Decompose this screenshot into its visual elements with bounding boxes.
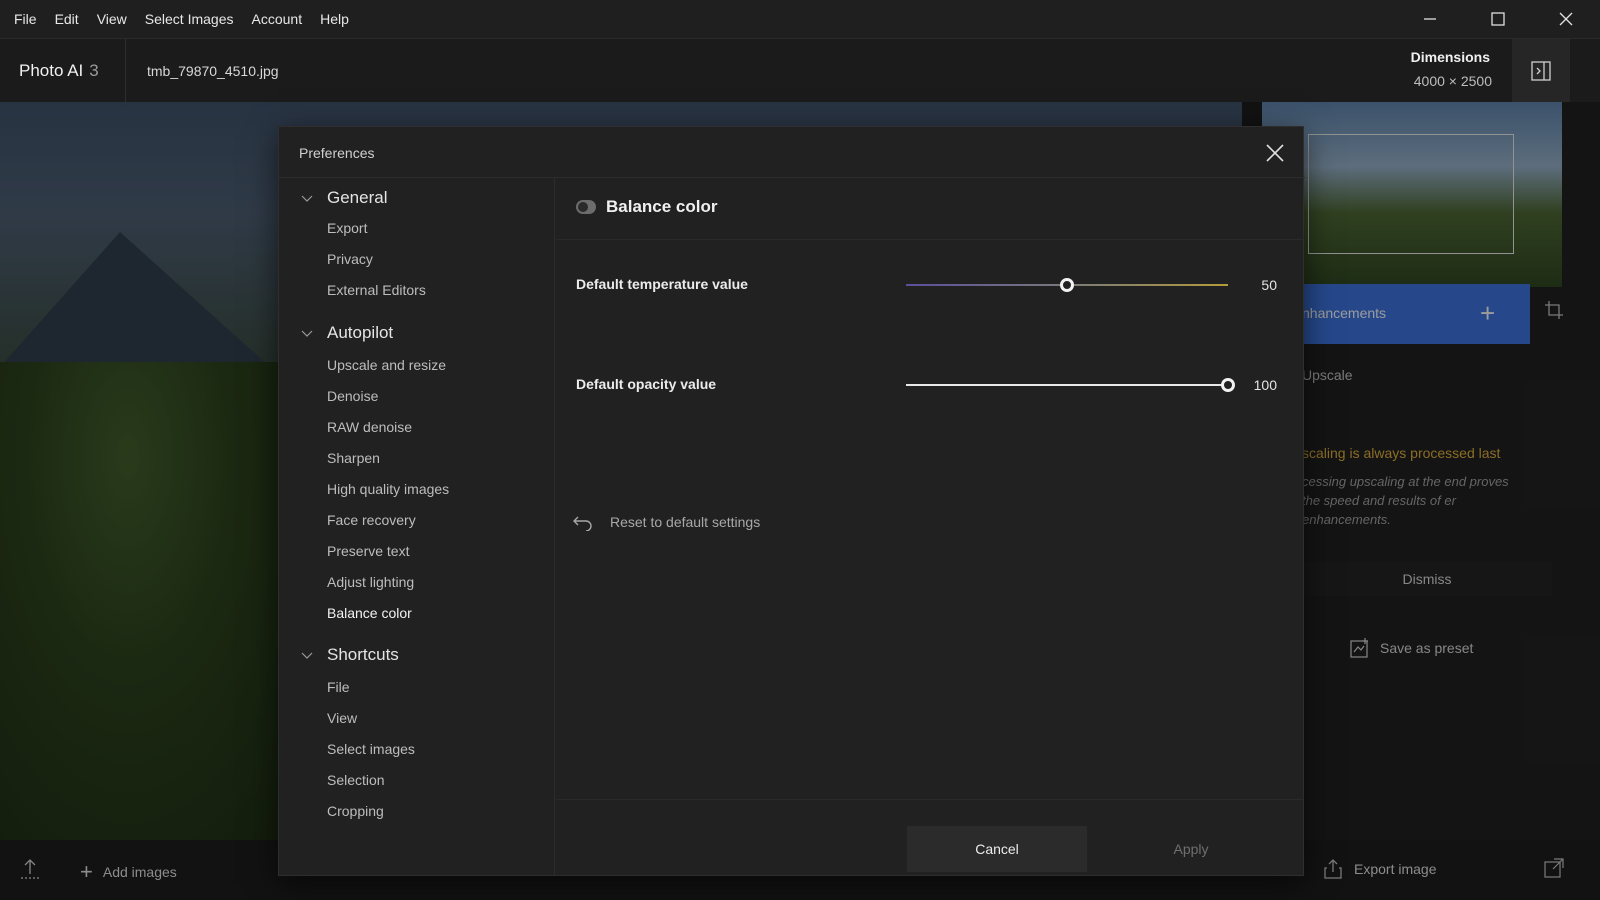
chevron-down-icon xyxy=(301,188,315,208)
close-icon[interactable] xyxy=(1532,0,1600,38)
nav-item-face-recovery[interactable]: Face recovery xyxy=(327,512,416,528)
menu-view[interactable]: View xyxy=(97,11,127,27)
chevron-down-icon xyxy=(301,323,315,343)
nav-item-privacy[interactable]: Privacy xyxy=(327,251,373,267)
undo-icon xyxy=(573,516,592,531)
dimensions-value: 4000 × 2500 xyxy=(1413,73,1492,89)
menubar: File Edit View Select Images Account Hel… xyxy=(0,0,1600,38)
window-controls xyxy=(1396,0,1600,38)
nav-item-upscale-resize[interactable]: Upscale and resize xyxy=(327,357,446,373)
nav-section-label: General xyxy=(327,188,388,207)
dimensions-label: Dimensions xyxy=(1410,49,1490,65)
opacity-label: Default opacity value xyxy=(576,376,717,392)
opacity-slider[interactable] xyxy=(906,375,1235,395)
nav-section-autopilot[interactable]: Autopilot xyxy=(301,323,393,343)
nav-item-high-quality-images[interactable]: High quality images xyxy=(327,481,449,497)
reset-defaults-button[interactable]: Reset to default settings xyxy=(572,513,760,531)
menu-select-images[interactable]: Select Images xyxy=(145,11,234,27)
nav-section-general[interactable]: General xyxy=(301,188,387,208)
dialog-title: Preferences xyxy=(299,145,375,161)
preferences-nav: General Export Privacy External Editors … xyxy=(279,178,555,875)
nav-item-export[interactable]: Export xyxy=(327,220,367,236)
preferences-dialog: Preferences General Export Privacy Exter… xyxy=(278,126,1305,876)
nav-item-denoise[interactable]: Denoise xyxy=(327,388,378,404)
temperature-slider[interactable] xyxy=(906,275,1228,295)
opacity-slider-thumb[interactable] xyxy=(1221,378,1235,392)
content-title: Balance color xyxy=(606,197,718,216)
app-header: Photo AI 3 tmb_79870_4510.jpg Dimensions … xyxy=(0,38,1600,103)
nav-item-adjust-lighting[interactable]: Adjust lighting xyxy=(327,574,414,590)
chevron-down-icon xyxy=(301,645,315,665)
temperature-slider-thumb[interactable] xyxy=(1060,278,1074,292)
nav-item-balance-color[interactable]: Balance color xyxy=(327,605,412,621)
nav-item-raw-denoise[interactable]: RAW denoise xyxy=(327,419,412,435)
cancel-button[interactable]: Cancel xyxy=(907,826,1087,872)
menu-file[interactable]: File xyxy=(14,11,37,27)
temperature-value: 50 xyxy=(1261,277,1277,293)
footer-divider xyxy=(556,799,1303,800)
menu-account[interactable]: Account xyxy=(252,11,303,27)
opacity-slider-track xyxy=(906,384,1228,386)
nav-item-shortcut-select-images[interactable]: Select images xyxy=(327,741,415,757)
nav-item-shortcut-selection[interactable]: Selection xyxy=(327,772,385,788)
nav-section-label: Autopilot xyxy=(327,323,394,342)
nav-item-preserve-text[interactable]: Preserve text xyxy=(327,543,409,559)
panel-toggle-icon[interactable] xyxy=(1512,39,1570,103)
file-name: tmb_79870_4510.jpg xyxy=(147,63,279,79)
app-title: Photo AI 3 xyxy=(19,61,99,81)
app-name: Photo AI xyxy=(19,61,84,80)
nav-item-shortcut-cropping[interactable]: Cropping xyxy=(327,803,384,819)
reset-defaults-label: Reset to default settings xyxy=(610,514,761,530)
opacity-value: 100 xyxy=(1253,377,1277,393)
menu-help[interactable]: Help xyxy=(320,11,349,27)
menu-edit[interactable]: Edit xyxy=(55,11,79,27)
minimize-icon[interactable] xyxy=(1396,0,1464,38)
header-divider xyxy=(125,39,126,103)
nav-item-shortcut-view[interactable]: View xyxy=(327,710,357,726)
nav-item-shortcut-file[interactable]: File xyxy=(327,679,350,695)
dialog-close-icon[interactable] xyxy=(1261,139,1289,167)
nav-section-shortcuts[interactable]: Shortcuts xyxy=(301,645,399,665)
nav-section-label: Shortcuts xyxy=(327,645,399,664)
maximize-icon[interactable] xyxy=(1464,0,1532,38)
apply-button[interactable]: Apply xyxy=(1101,826,1281,872)
temperature-label: Default temperature value xyxy=(576,276,748,292)
app-version: 3 xyxy=(89,61,99,80)
nav-item-external-editors[interactable]: External Editors xyxy=(327,282,426,298)
balance-color-toggle-icon[interactable] xyxy=(576,200,596,214)
preferences-content: Balance color Default temperature value … xyxy=(556,178,1303,875)
nav-item-sharpen[interactable]: Sharpen xyxy=(327,450,380,466)
content-header: Balance color xyxy=(556,178,1303,240)
